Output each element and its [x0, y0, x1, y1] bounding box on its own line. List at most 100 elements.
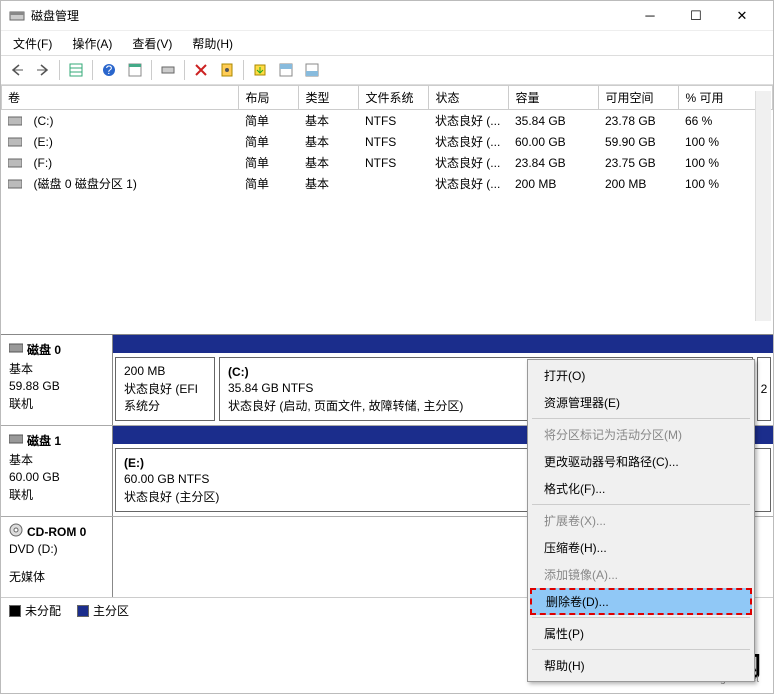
partition[interactable]: 2: [757, 357, 771, 421]
cell-layout: 简单: [239, 110, 299, 132]
cell-status: 状态良好 (...: [429, 131, 509, 152]
svg-text:?: ?: [106, 63, 113, 77]
cell-type: 基本: [299, 152, 359, 173]
menu-shrink[interactable]: 压缩卷(H)...: [528, 534, 754, 561]
col-status[interactable]: 状态: [429, 86, 509, 110]
cell-status: 状态良好 (...: [429, 110, 509, 132]
menu-change-letter[interactable]: 更改驱动器号和路径(C)...: [528, 448, 754, 475]
cell-capacity: 60.00 GB: [509, 131, 599, 152]
menu-explorer[interactable]: 资源管理器(E): [528, 389, 754, 416]
col-fs[interactable]: 文件系统: [359, 86, 429, 110]
cell-layout: 简单: [239, 173, 299, 194]
settings-button[interactable]: [215, 58, 239, 82]
col-layout[interactable]: 布局: [239, 86, 299, 110]
cell-fs: NTFS: [359, 131, 429, 152]
menu-file[interactable]: 文件(F): [5, 32, 60, 55]
delete-button[interactable]: [189, 58, 213, 82]
legend-swatch-primary: [77, 605, 89, 617]
cell-fs: [359, 173, 429, 194]
cell-vol: (磁盘 0 磁盘分区 1): [28, 173, 239, 194]
disk-icon: [9, 433, 23, 448]
disk-size: 59.88 GB: [9, 379, 104, 393]
menu-open[interactable]: 打开(O): [528, 362, 754, 389]
legend-primary: 主分区: [93, 602, 129, 619]
cell-vol: (E:): [28, 131, 239, 152]
menu-mark-active: 将分区标记为活动分区(M): [528, 421, 754, 448]
vertical-scrollbar[interactable]: [755, 91, 771, 321]
volume-list: 卷 布局 类型 文件系统 状态 容量 可用空间 % 可用 (C:)简单基本NTF…: [1, 85, 773, 335]
window-title: 磁盘管理: [31, 7, 627, 24]
col-type[interactable]: 类型: [299, 86, 359, 110]
partition[interactable]: 200 MB 状态良好 (EFI 系统分: [115, 357, 215, 421]
cell-fs: NTFS: [359, 110, 429, 132]
cell-capacity: 23.84 GB: [509, 152, 599, 173]
cell-vol: (C:): [28, 110, 239, 132]
close-button[interactable]: ✕: [719, 2, 765, 30]
cell-free: 59.90 GB: [599, 131, 679, 152]
menu-bar: 文件(F) 操作(A) 查看(V) 帮助(H): [1, 31, 773, 55]
cell-vol: (F:): [28, 152, 239, 173]
toolbar: ?: [1, 55, 773, 85]
col-volume[interactable]: 卷: [2, 86, 239, 110]
back-button[interactable]: [5, 58, 29, 82]
disk-label[interactable]: 磁盘 0 基本 59.88 GB 联机: [1, 335, 113, 425]
cell-layout: 简单: [239, 152, 299, 173]
cell-fs: NTFS: [359, 152, 429, 173]
cell-free: 23.75 GB: [599, 152, 679, 173]
cell-status: 状态良好 (...: [429, 152, 509, 173]
disk-type: 基本: [9, 451, 104, 468]
table-header: 卷 布局 类型 文件系统 状态 容量 可用空间 % 可用: [2, 86, 773, 110]
menu-help[interactable]: 帮助(H): [528, 652, 754, 679]
table-row[interactable]: (磁盘 0 磁盘分区 1)简单基本状态良好 (...200 MB200 MB10…: [2, 173, 773, 194]
title-bar: 磁盘管理 ─ ☐ ✕: [1, 1, 773, 31]
import-button[interactable]: [248, 58, 272, 82]
menu-view[interactable]: 查看(V): [124, 32, 180, 55]
menu-extend: 扩展卷(X)...: [528, 507, 754, 534]
disk-status: 联机: [9, 486, 104, 503]
layout-bottom-button[interactable]: [300, 58, 324, 82]
menu-delete-volume[interactable]: 删除卷(D)...: [530, 588, 752, 615]
disk-type: 基本: [9, 360, 104, 377]
table-row[interactable]: (F:)简单基本NTFS状态良好 (...23.84 GB23.75 GB100…: [2, 152, 773, 173]
menu-format[interactable]: 格式化(F)...: [528, 475, 754, 502]
cell-type: 基本: [299, 173, 359, 194]
disk-name: 磁盘 1: [27, 432, 61, 449]
disk-name: CD-ROM 0: [27, 525, 86, 539]
menu-properties[interactable]: 属性(P): [528, 620, 754, 647]
disk-status: 联机: [9, 395, 104, 412]
menu-help[interactable]: 帮助(H): [184, 32, 241, 55]
maximize-button[interactable]: ☐: [673, 2, 719, 30]
partition-size: 200 MB: [124, 364, 206, 378]
cell-capacity: 200 MB: [509, 173, 599, 194]
col-capacity[interactable]: 容量: [509, 86, 599, 110]
menu-action[interactable]: 操作(A): [64, 32, 120, 55]
cdrom-icon: [9, 523, 23, 540]
disk-label[interactable]: CD-ROM 0 DVD (D:) 无媒体: [1, 517, 113, 597]
forward-button[interactable]: [31, 58, 55, 82]
disk-management-window: 磁盘管理 ─ ☐ ✕ 文件(F) 操作(A) 查看(V) 帮助(H) ?: [0, 0, 774, 694]
cell-type: 基本: [299, 131, 359, 152]
col-free[interactable]: 可用空间: [599, 86, 679, 110]
legend-swatch-unallocated: [9, 605, 21, 617]
cdrom-sub: DVD (D:): [9, 542, 104, 556]
disk-name: 磁盘 0: [27, 341, 61, 358]
view-list-button[interactable]: [64, 58, 88, 82]
cell-type: 基本: [299, 110, 359, 132]
cell-free: 23.78 GB: [599, 110, 679, 132]
partition-header-bar: [113, 335, 773, 353]
cell-free: 200 MB: [599, 173, 679, 194]
table-row[interactable]: (E:)简单基本NTFS状态良好 (...60.00 GB59.90 GB100…: [2, 131, 773, 152]
rescan-button[interactable]: [156, 58, 180, 82]
cell-capacity: 35.84 GB: [509, 110, 599, 132]
layout-top-button[interactable]: [274, 58, 298, 82]
disk-label[interactable]: 磁盘 1 基本 60.00 GB 联机: [1, 426, 113, 516]
minimize-button[interactable]: ─: [627, 2, 673, 30]
properties-button[interactable]: [123, 58, 147, 82]
cell-layout: 简单: [239, 131, 299, 152]
context-menu: 打开(O) 资源管理器(E) 将分区标记为活动分区(M) 更改驱动器号和路径(C…: [527, 359, 755, 682]
table-row[interactable]: (C:)简单基本NTFS状态良好 (...35.84 GB23.78 GB66 …: [2, 110, 773, 132]
partition-desc: 状态良好 (EFI 系统分: [124, 380, 206, 414]
help-button[interactable]: ?: [97, 58, 121, 82]
legend-unallocated: 未分配: [25, 602, 61, 619]
cell-status: 状态良好 (...: [429, 173, 509, 194]
